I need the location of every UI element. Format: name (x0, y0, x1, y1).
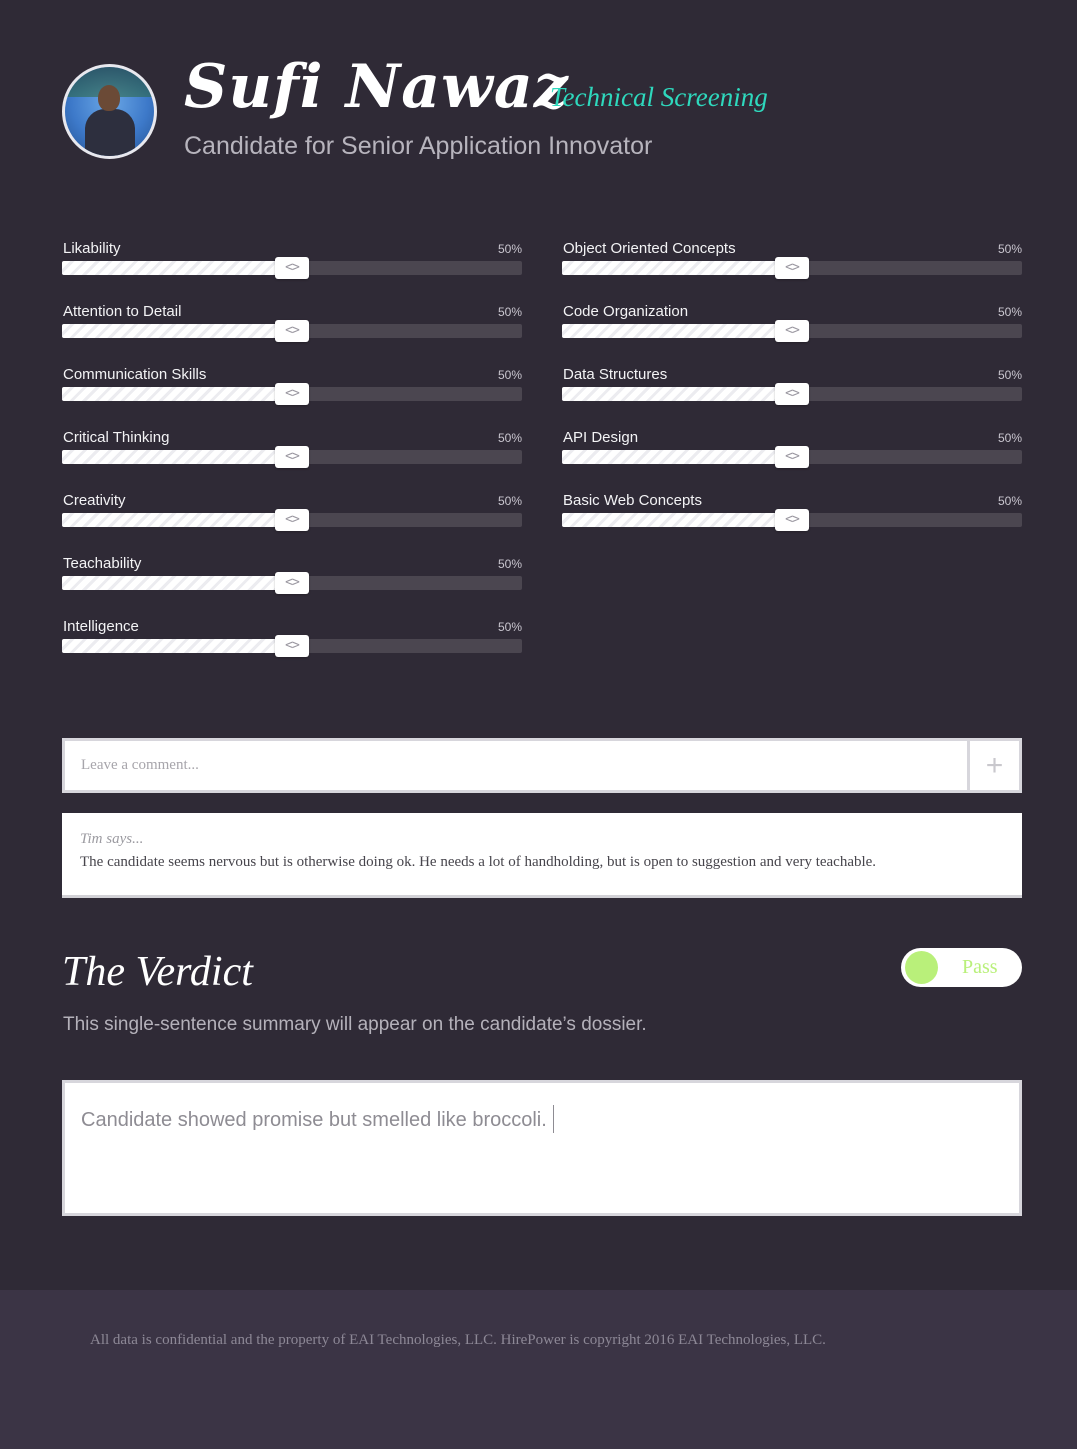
skill-label: Intelligence (63, 618, 139, 635)
skill-label: Object Oriented Concepts (563, 240, 736, 257)
skill-percent: 50% (497, 368, 522, 382)
skills-column-left: Likability 50% <> Attention to Detail 50% <> C… (62, 240, 522, 681)
verdict-title: The Verdict (62, 949, 253, 995)
text-caret (552, 1105, 554, 1133)
footer-text: All data is confidential and the propert… (90, 1332, 826, 1348)
skill-slider-handle[interactable]: <> (775, 509, 809, 531)
footer: All data is confidential and the propert… (0, 1290, 1077, 1449)
skill-label: Likability (63, 240, 121, 257)
skill-slider-fill (62, 576, 292, 590)
avatar-figure-body (85, 109, 135, 156)
candidate-avatar (62, 64, 157, 159)
skill-slider-fill (62, 324, 292, 338)
skill-slider-fill (62, 639, 292, 653)
skill-rating: Basic Web Concepts 50% <> (562, 492, 1022, 555)
skill-percent: 50% (497, 557, 522, 571)
skill-label: Code Organization (563, 303, 689, 320)
candidate-position: Candidate for Senior Application Innovat… (184, 132, 653, 160)
candidate-header: Sufi Nawaz Technical Screening Candidate… (62, 52, 1022, 172)
skill-slider-track[interactable]: <> (62, 446, 522, 468)
toggle-knob[interactable] (905, 951, 938, 984)
comment-input[interactable] (65, 741, 970, 790)
skill-slider-track[interactable]: <> (562, 320, 1022, 342)
skill-percent: 50% (497, 305, 522, 319)
skill-percent: 50% (997, 431, 1022, 445)
skill-slider-track[interactable]: <> (62, 383, 522, 405)
skill-slider-track[interactable]: <> (62, 509, 522, 531)
verdict-summary-text[interactable]: Candidate showed promise but smelled lik… (81, 1105, 554, 1133)
candidate-name: Sufi Nawaz (184, 52, 569, 122)
screening-stage: Technical Screening (550, 82, 768, 112)
skill-rating: API Design 50% <> (562, 429, 1022, 492)
skill-percent: 50% (997, 242, 1022, 256)
skill-slider-track[interactable]: <> (62, 257, 522, 279)
skill-slider-handle[interactable]: <> (775, 446, 809, 468)
skill-slider-handle[interactable]: <> (775, 383, 809, 405)
skill-label: Critical Thinking (63, 429, 170, 446)
toggle-label: Pass (962, 956, 998, 978)
verdict-summary-value: Candidate showed promise but smelled lik… (81, 1109, 547, 1131)
skill-percent: 50% (997, 305, 1022, 319)
skill-slider-track[interactable]: <> (562, 509, 1022, 531)
skill-slider-track[interactable]: <> (62, 320, 522, 342)
skill-slider-handle[interactable]: <> (275, 446, 309, 468)
skill-slider-track[interactable]: <> (562, 446, 1022, 468)
skill-slider-fill (562, 450, 792, 464)
skill-label: API Design (563, 429, 639, 446)
skill-rating: Attention to Detail 50% <> (62, 303, 522, 366)
comment-composer: + (62, 738, 1022, 793)
skill-slider-fill (562, 513, 792, 527)
skill-rating: Object Oriented Concepts 50% <> (562, 240, 1022, 303)
skill-percent: 50% (497, 494, 522, 508)
avatar-figure-head (98, 85, 120, 111)
verdict-summary-field[interactable]: Candidate showed promise but smelled lik… (62, 1080, 1022, 1216)
skill-slider-track[interactable]: <> (562, 257, 1022, 279)
skill-rating: Code Organization 50% <> (562, 303, 1022, 366)
skill-rating: Teachability 50% <> (62, 555, 522, 618)
skill-slider-handle[interactable]: <> (775, 257, 809, 279)
skill-slider-track[interactable]: <> (562, 383, 1022, 405)
skill-slider-handle[interactable]: <> (275, 572, 309, 594)
skill-label: Data Structures (563, 366, 668, 383)
skill-label: Creativity (63, 492, 126, 509)
skill-percent: 50% (997, 494, 1022, 508)
skill-rating: Likability 50% <> (62, 240, 522, 303)
skill-slider-fill (62, 513, 292, 527)
comment-text: The candidate seems nervous but is other… (80, 854, 877, 870)
skill-label: Attention to Detail (63, 303, 182, 320)
skill-percent: 50% (497, 431, 522, 445)
add-comment-button[interactable]: + (967, 741, 1019, 790)
comment-author: Tim says... (80, 831, 144, 847)
skill-slider-fill (62, 387, 292, 401)
skill-slider-track[interactable]: <> (62, 635, 522, 657)
skill-slider-handle[interactable]: <> (275, 320, 309, 342)
skill-percent: 50% (497, 620, 522, 634)
skill-slider-fill (62, 261, 292, 275)
comment-card: Tim says... The candidate seems nervous … (62, 813, 1022, 898)
skill-slider-handle[interactable]: <> (775, 320, 809, 342)
pass-toggle[interactable]: Pass (901, 948, 1022, 987)
skill-rating: Creativity 50% <> (62, 492, 522, 555)
skill-slider-handle[interactable]: <> (275, 635, 309, 657)
skill-slider-fill (562, 261, 792, 275)
skill-slider-fill (62, 450, 292, 464)
skill-slider-track[interactable]: <> (62, 572, 522, 594)
skill-rating: Data Structures 50% <> (562, 366, 1022, 429)
skill-percent: 50% (497, 242, 522, 256)
skill-rating: Communication Skills 50% <> (62, 366, 522, 429)
skill-label: Communication Skills (63, 366, 207, 383)
skill-slider-handle[interactable]: <> (275, 257, 309, 279)
skill-percent: 50% (997, 368, 1022, 382)
skill-rating: Intelligence 50% <> (62, 618, 522, 681)
verdict-description: This single-sentence summary will appear… (63, 1014, 647, 1035)
skill-rating: Critical Thinking 50% <> (62, 429, 522, 492)
skill-slider-handle[interactable]: <> (275, 509, 309, 531)
skill-slider-fill (562, 387, 792, 401)
skill-label: Teachability (63, 555, 142, 572)
skill-slider-handle[interactable]: <> (275, 383, 309, 405)
skills-column-right: Object Oriented Concepts 50% <> Code Organi… (562, 240, 1022, 555)
skill-slider-fill (562, 324, 792, 338)
skill-label: Basic Web Concepts (563, 492, 702, 509)
